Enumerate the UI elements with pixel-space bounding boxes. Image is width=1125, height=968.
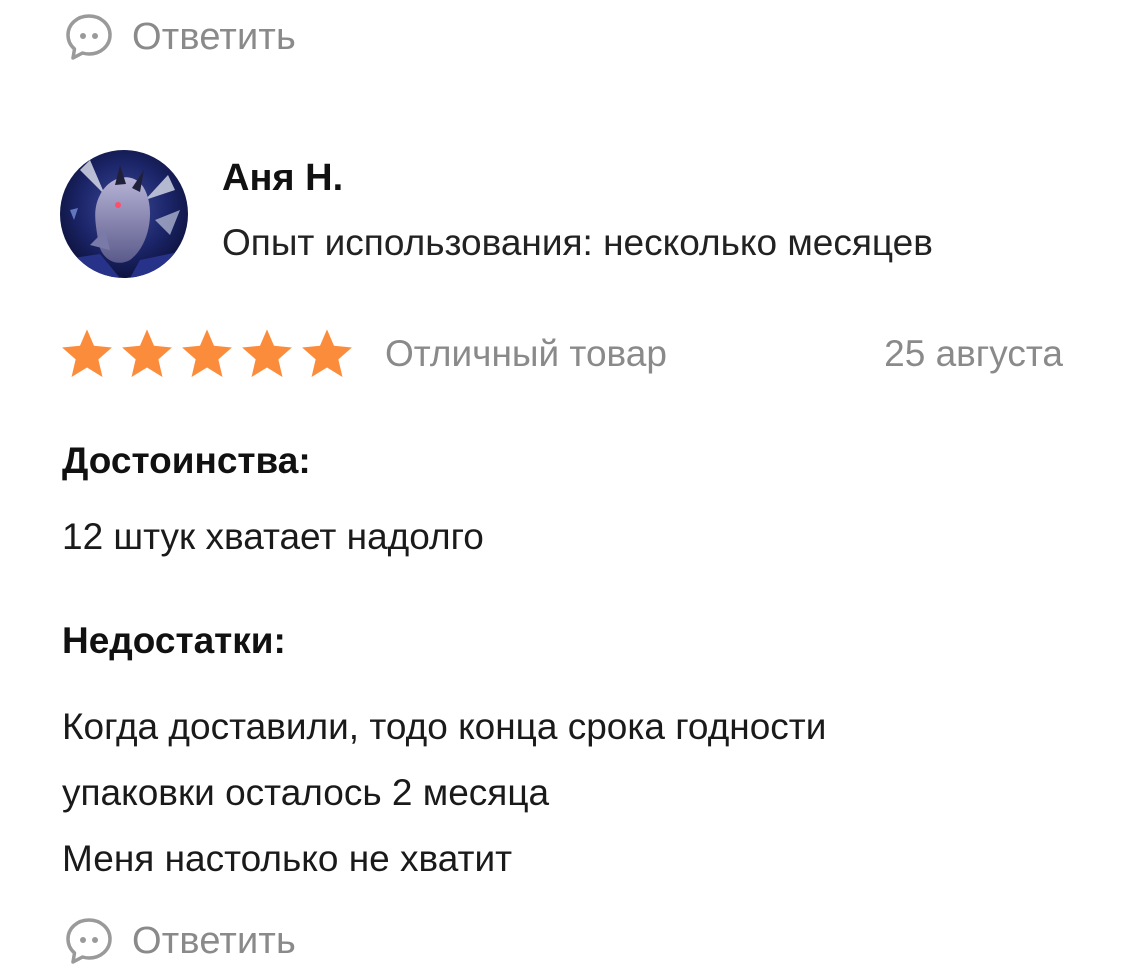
cons-heading: Недостатки: [62, 620, 286, 661]
cons-line: упаковки осталось 2 месяца [62, 772, 550, 813]
cons-text: Когда доставили, тодо конца срока годнос… [62, 694, 826, 892]
reply-label: Ответить [132, 15, 297, 58]
reply-button-bottom[interactable]: Ответить [64, 914, 296, 968]
chat-bubble-icon [64, 12, 114, 62]
pros-heading: Достоинства: [62, 440, 311, 481]
usage-experience: Опыт использования: несколько месяцев [222, 222, 933, 263]
chat-bubble-icon [64, 916, 114, 966]
reply-label: Ответить [132, 919, 297, 962]
review-verdict: Отличный товар [385, 333, 667, 374]
cons-line: Меня настолько не хватит [62, 838, 513, 879]
pros-text: 12 штук хватает надолго [62, 516, 484, 557]
author-name[interactable]: Аня Н. [222, 157, 343, 200]
star-icon [62, 329, 112, 377]
avatar[interactable] [60, 150, 188, 278]
review-date: 25 августа [884, 333, 1063, 374]
star-icon [122, 329, 172, 377]
cons-line: Когда доставили, тодо конца срока годнос… [62, 706, 827, 747]
star-icon [182, 329, 232, 377]
star-icon [242, 329, 292, 377]
star-icon [302, 329, 352, 377]
reply-button-top[interactable]: Ответить [64, 10, 296, 64]
star-rating [58, 325, 356, 383]
